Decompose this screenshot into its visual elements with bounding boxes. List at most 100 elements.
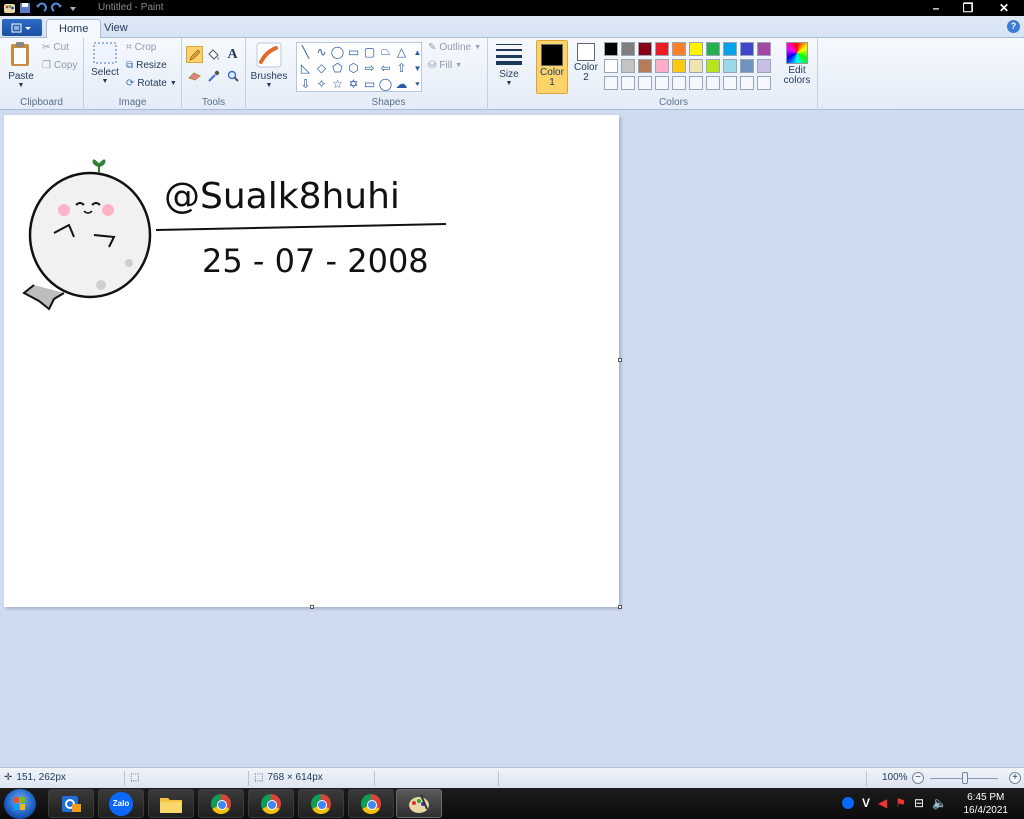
- palette-swatch[interactable]: [604, 59, 618, 73]
- palette-swatch[interactable]: [672, 59, 686, 73]
- drawing-canvas[interactable]: @Sualk8huhi 25 - 07 - 2008: [4, 115, 619, 607]
- restore-button[interactable]: ❐: [952, 0, 984, 16]
- palette-custom-slot[interactable]: [706, 76, 720, 90]
- canvas-resize-handle-corner[interactable]: [618, 605, 622, 609]
- flag-icon[interactable]: ⚑: [895, 796, 906, 810]
- palette-swatch[interactable]: [638, 59, 652, 73]
- taskbar-app-chrome-3[interactable]: [298, 789, 344, 818]
- palette-swatch[interactable]: [638, 42, 652, 56]
- line-shape-icon[interactable]: ╲: [298, 44, 313, 59]
- palette-swatch[interactable]: [706, 42, 720, 56]
- cloud-callout-shape-icon[interactable]: ☁: [394, 76, 409, 91]
- select-dropdown-arrow-icon[interactable]: ▼: [90, 78, 120, 85]
- close-button[interactable]: ✕: [984, 0, 1024, 16]
- pentagon-shape-icon[interactable]: ⬠: [330, 60, 345, 75]
- outline-dropdown-arrow-icon[interactable]: ▼: [474, 44, 481, 51]
- palette-swatch[interactable]: [706, 59, 720, 73]
- palette-custom-slot[interactable]: [689, 76, 703, 90]
- hexagon-shape-icon[interactable]: ⬡: [346, 60, 361, 75]
- paint-app-icon[interactable]: [2, 1, 16, 15]
- text-tool-icon[interactable]: A: [224, 46, 241, 63]
- brushes-dropdown-arrow-icon[interactable]: ▼: [250, 82, 288, 89]
- file-menu-button[interactable]: [2, 19, 42, 36]
- crop-button[interactable]: ⌗ Crop: [126, 42, 156, 53]
- palette-swatch[interactable]: [655, 59, 669, 73]
- vietnamese-input-icon[interactable]: V: [862, 796, 870, 810]
- select-button[interactable]: Select ▼: [90, 42, 120, 85]
- palette-swatch[interactable]: [689, 42, 703, 56]
- zoom-slider-thumb[interactable]: [962, 772, 968, 784]
- eraser-icon[interactable]: [186, 67, 203, 84]
- save-icon[interactable]: [18, 1, 32, 15]
- palette-custom-slot[interactable]: [621, 76, 635, 90]
- palette-swatch[interactable]: [621, 42, 635, 56]
- four-point-star-shape-icon[interactable]: ✧: [314, 76, 329, 91]
- network-icon[interactable]: ⊟: [914, 796, 924, 810]
- polygon-shape-icon[interactable]: ⏢: [378, 44, 393, 59]
- palette-swatch[interactable]: [757, 59, 771, 73]
- palette-swatch[interactable]: [604, 42, 618, 56]
- cut-button[interactable]: ✂ Cut: [42, 42, 69, 53]
- help-icon[interactable]: ?: [1007, 20, 1020, 33]
- fill-bucket-icon[interactable]: [205, 46, 222, 63]
- canvas-resize-handle-bottom[interactable]: [310, 605, 314, 609]
- rotate-dropdown-arrow-icon[interactable]: ▼: [170, 80, 177, 87]
- color1-selector[interactable]: Color 1: [536, 40, 568, 94]
- outline-button[interactable]: ✎ Outline ▼: [428, 42, 481, 53]
- palette-custom-slot[interactable]: [672, 76, 686, 90]
- right-arrow-shape-icon[interactable]: ⇨: [362, 60, 377, 75]
- palette-swatch[interactable]: [621, 59, 635, 73]
- taskbar-app-chrome-4[interactable]: [348, 789, 394, 818]
- right-triangle-shape-icon[interactable]: ◺: [298, 60, 313, 75]
- resize-button[interactable]: ⧉ Resize: [126, 60, 167, 71]
- size-button[interactable]: Size ▼: [494, 42, 524, 87]
- palette-swatch[interactable]: [655, 42, 669, 56]
- shapes-expand-icon[interactable]: ⯆: [410, 77, 425, 92]
- taskbar-app-zalo[interactable]: Zalo: [98, 789, 144, 818]
- palette-swatch[interactable]: [672, 42, 686, 56]
- copy-button[interactable]: ❐ Copy: [42, 60, 77, 71]
- taskbar-app-outlook[interactable]: [48, 789, 94, 818]
- color2-selector[interactable]: Color 2: [570, 43, 602, 83]
- size-dropdown-arrow-icon[interactable]: ▼: [494, 80, 524, 87]
- down-arrow-shape-icon[interactable]: ⇩: [298, 76, 313, 91]
- pencil-icon[interactable]: [186, 46, 203, 63]
- palette-custom-slot[interactable]: [655, 76, 669, 90]
- six-point-star-shape-icon[interactable]: ✡: [346, 76, 361, 91]
- redo-icon[interactable]: [50, 1, 64, 15]
- customize-qat-icon[interactable]: [66, 1, 80, 15]
- left-arrow-shape-icon[interactable]: ⇦: [378, 60, 393, 75]
- palette-custom-slot[interactable]: [723, 76, 737, 90]
- paste-button[interactable]: Paste ▼: [6, 40, 36, 89]
- fill-dropdown-arrow-icon[interactable]: ▼: [455, 62, 462, 69]
- rounded-rectangle-shape-icon[interactable]: ▢: [362, 44, 377, 59]
- rectangle-shape-icon[interactable]: ▭: [346, 44, 361, 59]
- magnifier-icon[interactable]: [224, 67, 241, 84]
- minimize-button[interactable]: –: [920, 0, 952, 16]
- tab-view[interactable]: View: [92, 19, 140, 38]
- fill-button[interactable]: ⛁ Fill ▼: [428, 60, 462, 71]
- zoom-out-button[interactable]: −: [912, 772, 924, 784]
- taskbar-app-paint[interactable]: [396, 789, 442, 818]
- shapes-scroll-up-icon[interactable]: ▲: [410, 45, 425, 60]
- five-point-star-shape-icon[interactable]: ☆: [330, 76, 345, 91]
- taskbar-app-chrome-2[interactable]: [248, 789, 294, 818]
- oval-callout-shape-icon[interactable]: ◯: [378, 76, 393, 91]
- edit-colors-button[interactable]: Edit colors: [780, 42, 814, 86]
- oval-shape-icon[interactable]: ◯: [330, 44, 345, 59]
- diamond-shape-icon[interactable]: ◇: [314, 60, 329, 75]
- palette-custom-slot[interactable]: [604, 76, 618, 90]
- zalo-tray-icon[interactable]: [842, 797, 854, 809]
- zoom-in-button[interactable]: +: [1009, 772, 1021, 784]
- palette-custom-slot[interactable]: [740, 76, 754, 90]
- curve-shape-icon[interactable]: ∿: [314, 44, 329, 59]
- palette-custom-slot[interactable]: [757, 76, 771, 90]
- palette-swatch[interactable]: [740, 42, 754, 56]
- undo-icon[interactable]: [34, 1, 48, 15]
- palette-swatch[interactable]: [689, 59, 703, 73]
- canvas-resize-handle-right[interactable]: [618, 358, 622, 362]
- color-picker-icon[interactable]: [205, 67, 222, 84]
- shapes-scroll-down-icon[interactable]: ▼: [410, 61, 425, 76]
- volume-icon[interactable]: 🔈: [932, 796, 947, 810]
- system-clock[interactable]: 6:45 PM 16/4/2021: [964, 791, 1009, 817]
